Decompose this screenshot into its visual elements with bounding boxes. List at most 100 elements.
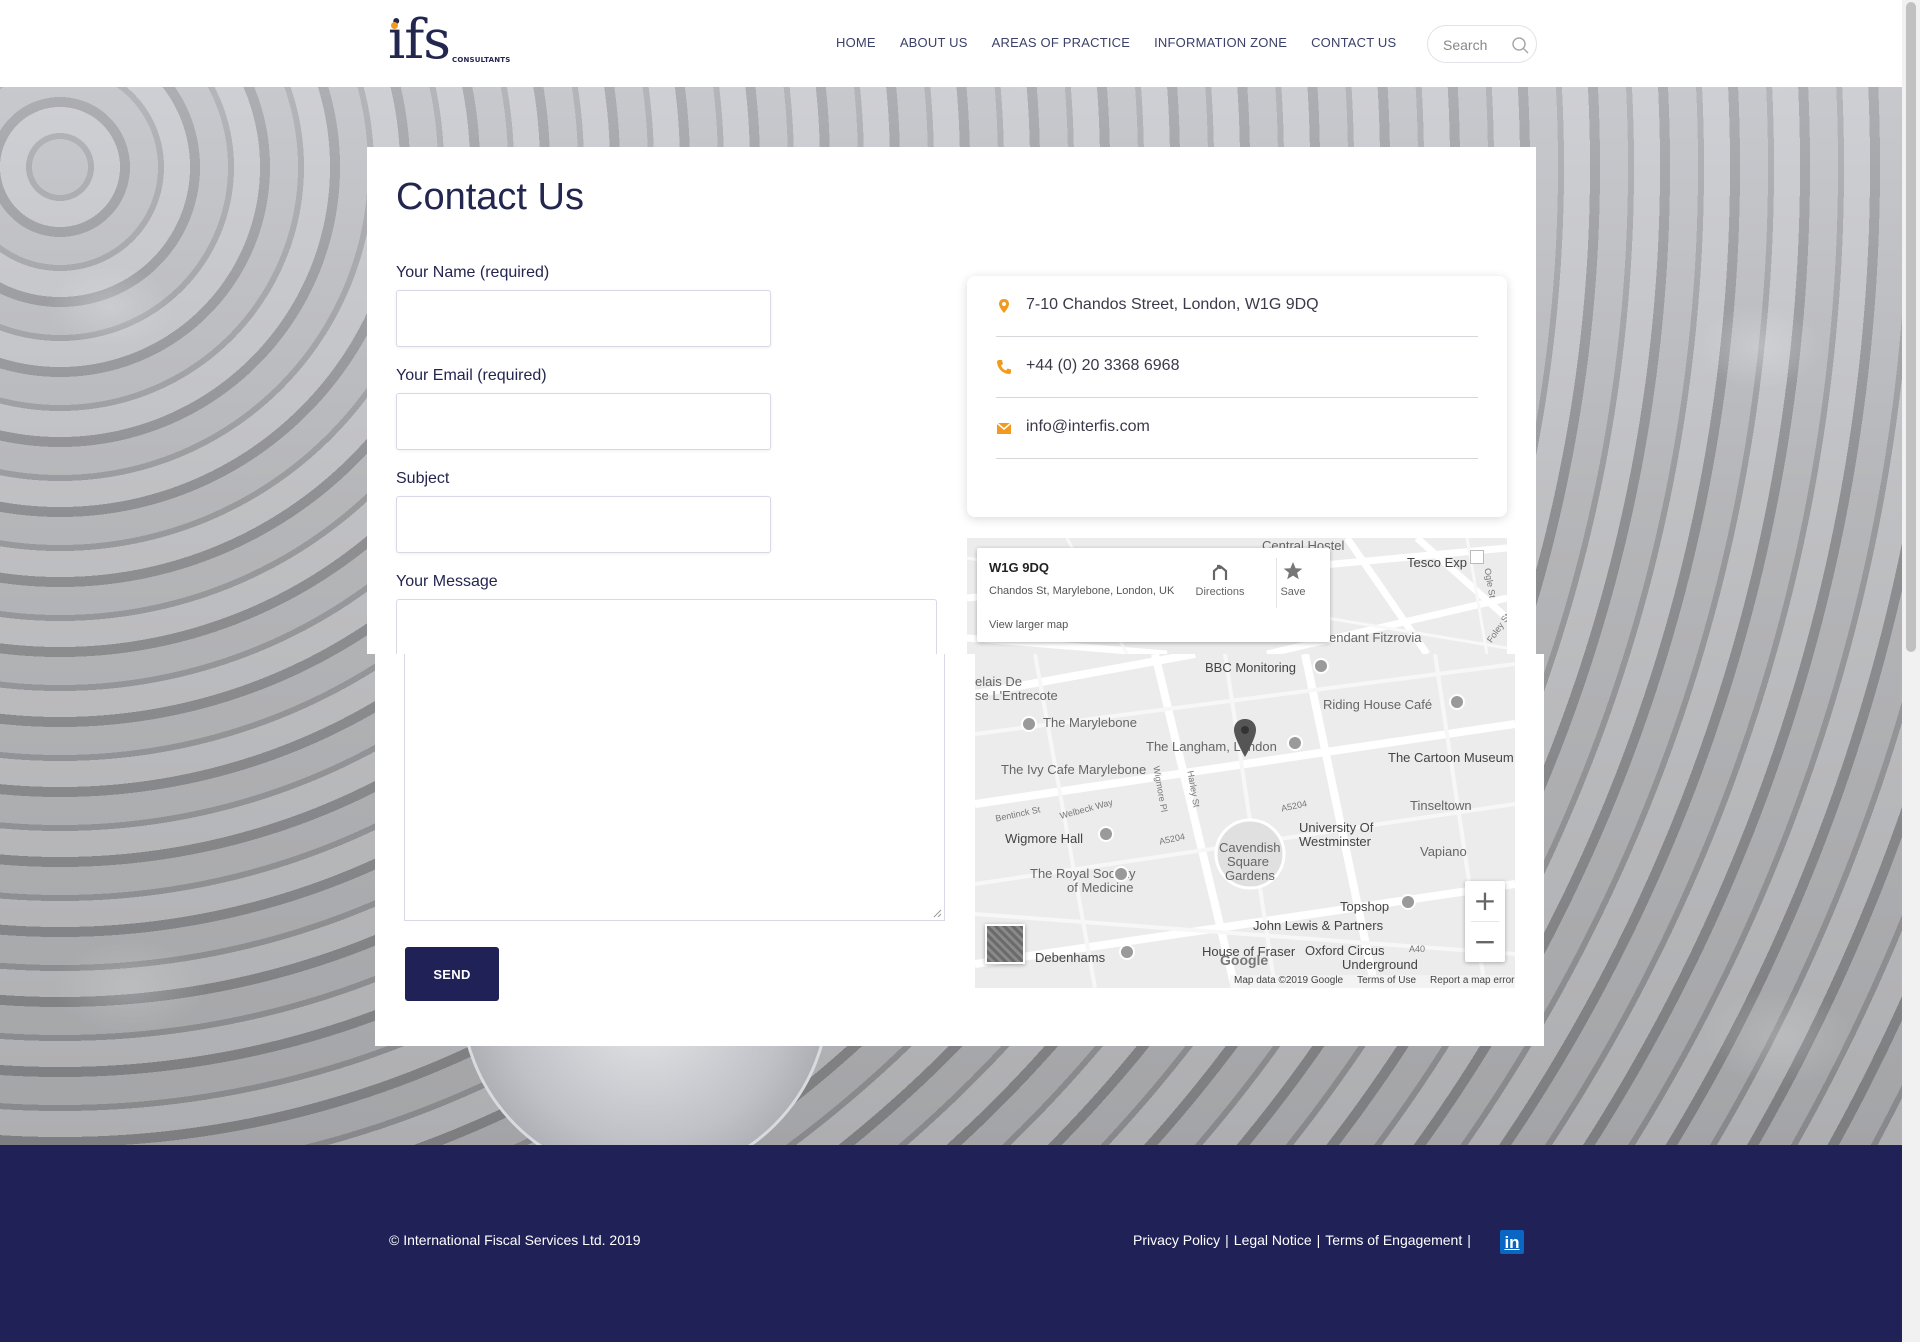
site-footer: © International Fiscal Services Ltd. 201…	[0, 1145, 1902, 1342]
copyright-text: © International Fiscal Services Ltd. 201…	[389, 1232, 641, 1248]
fullscreen-icon[interactable]	[1470, 550, 1484, 564]
logo-dot	[391, 22, 398, 29]
nav-contact-us[interactable]: CONTACT US	[1311, 35, 1396, 50]
map-poi-debenhams[interactable]	[1119, 944, 1135, 960]
map-attribution: Map data ©2019 Google Terms of Use Repor…	[1230, 975, 1515, 988]
map-label-cavendish: Cavendish	[1219, 840, 1281, 855]
map-popup-title: W1G 9DQ	[989, 560, 1049, 575]
footer-links: Privacy Policy | Legal Notice | Terms of…	[1133, 1232, 1476, 1248]
location-pin-icon[interactable]	[1231, 718, 1259, 758]
map-label-university: University Of	[1299, 820, 1374, 835]
map-label-bbc: BBC Monitoring	[1205, 660, 1297, 675]
subject-input[interactable]	[396, 496, 771, 553]
name-label: Your Name (required)	[396, 264, 550, 281]
linkedin-icon[interactable]: in	[1500, 1230, 1524, 1254]
message-textarea-top[interactable]	[396, 599, 937, 654]
map-data-credit: Map data ©2019 Google	[1234, 975, 1344, 986]
map-label-oxford-circus: Oxford Circus	[1305, 943, 1385, 958]
search-box	[1427, 25, 1537, 63]
map-report-link[interactable]: Report a map error	[1430, 975, 1514, 988]
nav-areas-of-practice[interactable]: AREAS OF PRACTICE	[992, 35, 1130, 50]
map-embed-top[interactable]: Central Hostel Tesco Exp endant Fitzrovi…	[967, 538, 1507, 654]
map-road-a40: A40	[1409, 944, 1426, 954]
map-poi-wigmore[interactable]	[1098, 826, 1114, 842]
map-info-popup: W1G 9DQ Chandos St, Marylebone, London, …	[977, 548, 1330, 642]
privacy-policy-link[interactable]: Privacy Policy	[1133, 1232, 1220, 1248]
page-scrollbar[interactable]	[1902, 0, 1920, 1342]
phone-icon	[997, 360, 1011, 374]
ifs-logo[interactable]: ifs CONSULTANTS	[388, 10, 528, 72]
email-input[interactable]	[396, 393, 771, 450]
main-nav: HOME ABOUT US AREAS OF PRACTICE INFORMAT…	[836, 35, 1420, 50]
map-poi-topshop[interactable]	[1400, 894, 1416, 910]
google-logo: Google	[1220, 952, 1269, 968]
name-input[interactable]	[396, 290, 771, 347]
footer-separator: |	[1467, 1232, 1471, 1248]
send-button[interactable]: SEND	[405, 947, 499, 1001]
map-poi-cafe[interactable]	[1449, 694, 1465, 710]
map-poi-bbc[interactable]	[1313, 658, 1329, 674]
page-title: Contact Us	[396, 176, 584, 218]
scrollbar-thumb[interactable]	[1906, 2, 1916, 652]
logo-subtext: CONSULTANTS	[452, 56, 511, 64]
map-label-relais: elais De	[975, 674, 1022, 689]
footer-separator: |	[1316, 1232, 1321, 1248]
view-larger-map-link[interactable]: View larger map	[989, 619, 1068, 631]
terms-of-engagement-link[interactable]: Terms of Engagement	[1325, 1232, 1462, 1248]
map-poi-medicine[interactable]	[1113, 866, 1129, 882]
map-label-fitzrovia: endant Fitzrovia	[1329, 630, 1422, 645]
search-icon[interactable]	[1510, 35, 1530, 55]
map-label-the-marylebone: The Marylebone	[1043, 715, 1137, 730]
map-embed[interactable]: BBC Monitoring elais De se L'Entrecote R…	[975, 654, 1515, 988]
email-text[interactable]: info@interfis.com	[1026, 418, 1150, 436]
map-label-underground: Underground	[1342, 957, 1418, 972]
legal-notice-link[interactable]: Legal Notice	[1234, 1232, 1312, 1248]
search-input[interactable]	[1443, 35, 1513, 55]
map-zoom-control: + −	[1465, 881, 1505, 962]
map-label-riding-house: Riding House Café	[1323, 697, 1433, 712]
map-label-cartoon-museum: The Cartoon Museum	[1388, 750, 1514, 765]
directions-button[interactable]: Directions	[1190, 558, 1250, 598]
map-label-tinseltown: Tinseltown	[1410, 798, 1472, 813]
envelope-icon	[996, 422, 1012, 434]
directions-icon	[1212, 564, 1228, 580]
map-label-of-medicine: of Medicine	[1067, 880, 1134, 895]
logo-wordmark: ifs	[388, 8, 451, 71]
map-popup-address: Chandos St, Marylebone, London, UK	[989, 585, 1175, 597]
map-poi-hotel[interactable]	[1021, 716, 1037, 732]
map-label-topshop: Topshop	[1340, 899, 1390, 914]
map-streets	[975, 654, 1515, 988]
map-pin-icon	[999, 299, 1009, 313]
nav-home[interactable]: HOME	[836, 35, 876, 50]
save-button[interactable]: Save	[1268, 558, 1318, 598]
star-icon	[1283, 562, 1303, 580]
map-terms-link[interactable]: Terms of Use	[1357, 975, 1416, 988]
footer-separator: |	[1225, 1232, 1229, 1248]
map-label-tesco: Tesco Exp	[1407, 555, 1467, 570]
save-label: Save	[1280, 586, 1306, 598]
map-poi-langham[interactable]	[1287, 735, 1303, 751]
map-label-john-lewis: John Lewis & Partners	[1253, 918, 1384, 933]
map-label-westminster: Westminster	[1299, 834, 1371, 849]
satellite-toggle[interactable]	[985, 924, 1025, 964]
email-label: Your Email (required)	[396, 367, 547, 384]
message-label: Your Message	[396, 573, 498, 590]
phone-row: +44 (0) 20 3368 6968	[996, 337, 1478, 398]
map-label-wigmore-hall: Wigmore Hall	[1005, 831, 1084, 846]
address-text: 7-10 Chandos Street, London, W1G 9DQ	[1026, 296, 1319, 313]
nav-information-zone[interactable]: INFORMATION ZONE	[1154, 35, 1287, 50]
email-row: info@interfis.com	[996, 398, 1478, 459]
phone-text[interactable]: +44 (0) 20 3368 6968	[1026, 357, 1179, 375]
map-label-gardens: Gardens	[1225, 868, 1275, 883]
subject-label: Subject	[396, 470, 450, 487]
directions-label: Directions	[1195, 586, 1245, 598]
map-label-vapiano: Vapiano	[1420, 844, 1467, 859]
zoom-in-button[interactable]: +	[1465, 881, 1505, 921]
address-row: 7-10 Chandos Street, London, W1G 9DQ	[996, 276, 1478, 337]
message-textarea[interactable]	[404, 654, 945, 921]
resize-grip-icon[interactable]	[933, 909, 942, 918]
zoom-out-button[interactable]: −	[1465, 922, 1505, 962]
nav-about-us[interactable]: ABOUT US	[900, 35, 968, 50]
map-label-ivy-cafe: The Ivy Cafe Marylebone	[1001, 762, 1147, 777]
contact-info-card: 7-10 Chandos Street, London, W1G 9DQ +44…	[967, 276, 1507, 517]
